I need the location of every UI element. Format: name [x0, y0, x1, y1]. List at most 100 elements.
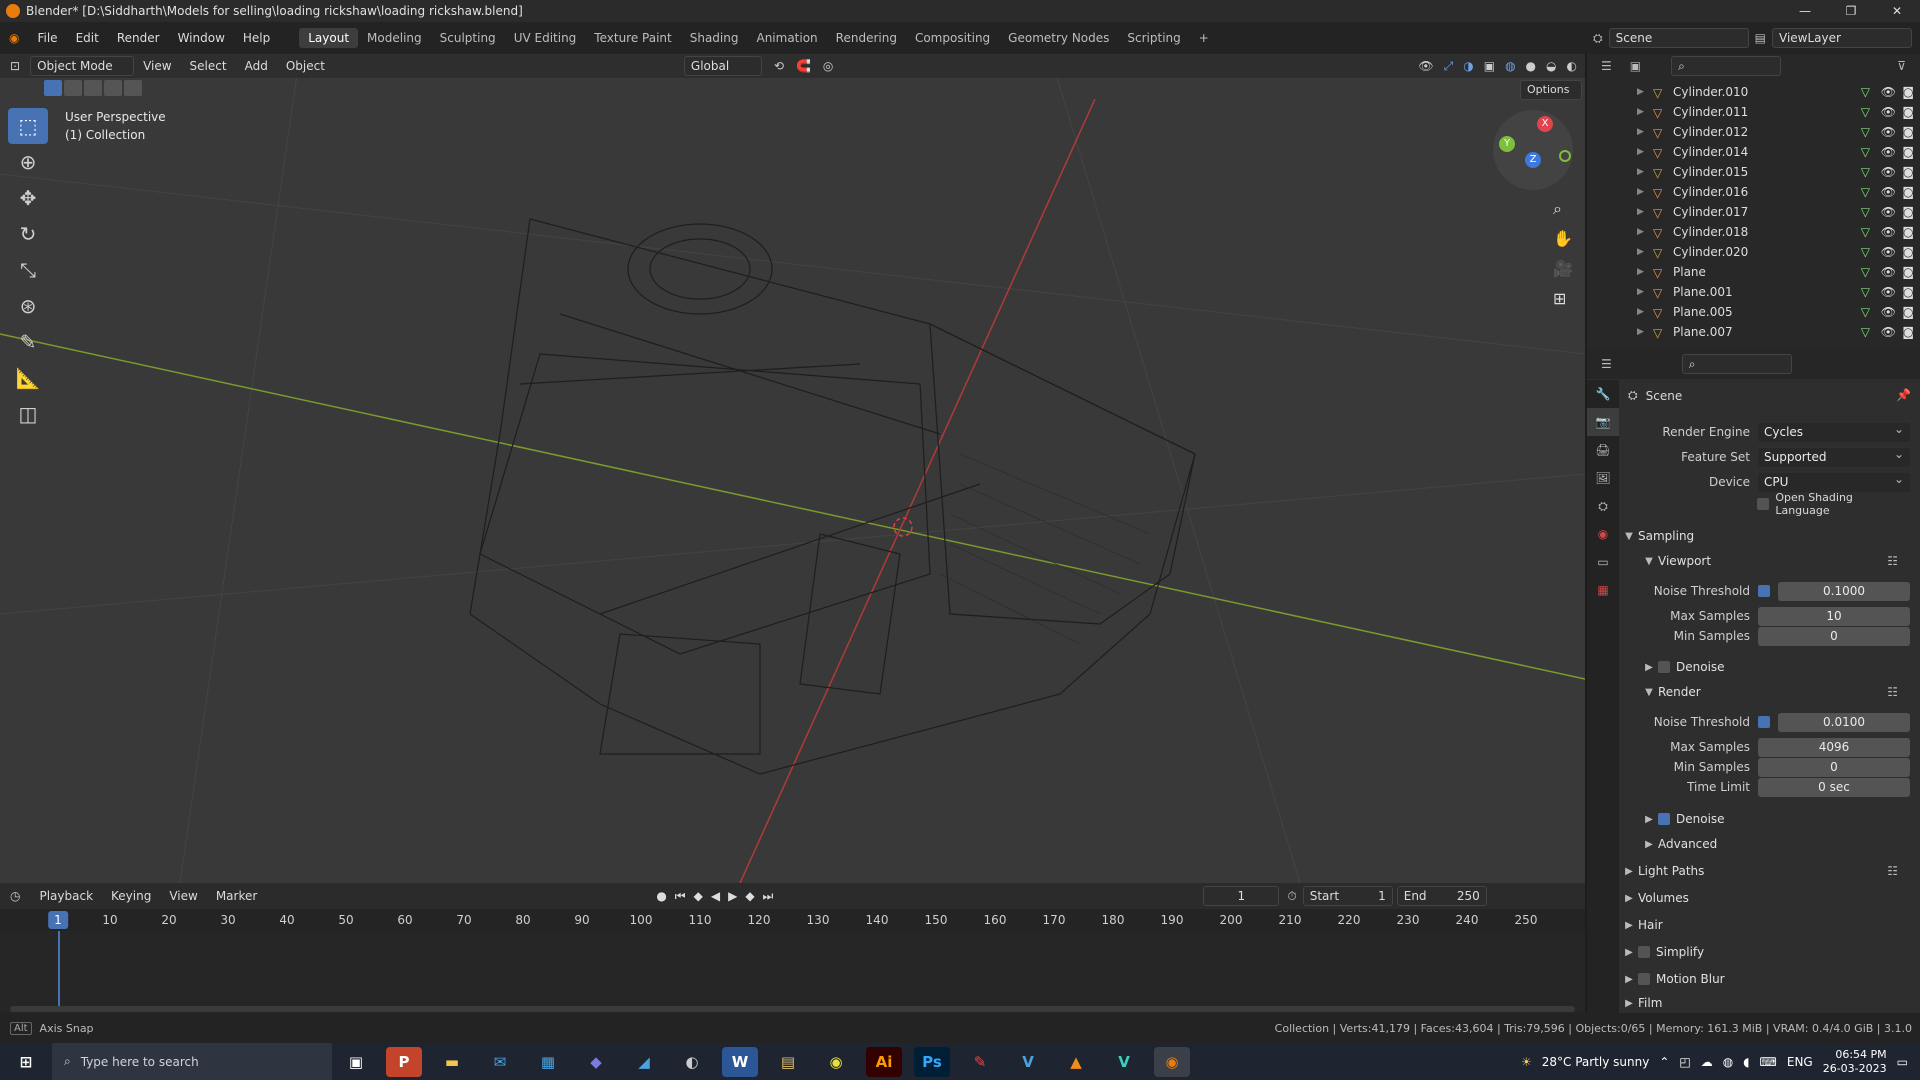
- outliner-row[interactable]: ▶ ▽ Cylinder.010 ▽ 👁 ◙: [1587, 82, 1920, 102]
- simplify-checkbox[interactable]: [1638, 946, 1650, 958]
- render-camera-icon[interactable]: ◙: [1902, 305, 1914, 319]
- scene-field[interactable]: Scene: [1608, 28, 1749, 48]
- vp-noise-field[interactable]: 0.1000: [1778, 581, 1910, 601]
- expand-icon[interactable]: ▶: [1637, 267, 1653, 277]
- add-workspace-button[interactable]: +: [1190, 28, 1218, 48]
- tab-compositing[interactable]: Compositing: [906, 28, 999, 48]
- expand-icon[interactable]: ▶: [1637, 307, 1653, 317]
- select-tool-icon[interactable]: ⬚: [8, 108, 48, 144]
- cursor-tool-icon[interactable]: ⊕: [8, 144, 48, 180]
- task-view-icon[interactable]: ▣: [338, 1047, 374, 1077]
- outliner-row[interactable]: ▶ ▽ Cylinder.011 ▽ 👁 ◙: [1587, 102, 1920, 122]
- pin-icon[interactable]: 📌: [1896, 388, 1911, 402]
- volume-icon[interactable]: ◖: [1743, 1055, 1749, 1069]
- tab-shading[interactable]: Shading: [681, 28, 748, 48]
- expand-icon[interactable]: ▶: [1637, 287, 1653, 297]
- timeline-menu-marker[interactable]: Marker: [207, 889, 266, 903]
- tab-animation[interactable]: Animation: [747, 28, 826, 48]
- prev-keyframe-icon[interactable]: ◆: [694, 889, 703, 904]
- photoshop-icon[interactable]: Ps: [914, 1046, 950, 1077]
- light-paths-panel[interactable]: ▶ Light Paths ☷: [1620, 860, 1910, 882]
- weather-icon[interactable]: ☀: [1521, 1055, 1532, 1069]
- eye-icon[interactable]: 👁: [1881, 265, 1896, 279]
- advanced-subpanel[interactable]: ▶ Advanced: [1640, 833, 1910, 855]
- r-denoise-checkbox[interactable]: [1658, 813, 1670, 825]
- eye-icon[interactable]: 👁: [1881, 245, 1896, 259]
- maximize-icon[interactable]: ❐: [1828, 0, 1874, 22]
- mail-icon[interactable]: ✉: [482, 1047, 518, 1077]
- tab-scripting[interactable]: Scripting: [1118, 28, 1189, 48]
- app-icon[interactable]: V: [1106, 1047, 1142, 1077]
- sampling-panel[interactable]: ▼ Sampling: [1620, 525, 1910, 547]
- expand-icon[interactable]: ▶: [1637, 187, 1653, 197]
- camera-view-icon[interactable]: 🎥: [1553, 259, 1573, 278]
- minimize-icon[interactable]: —: [1782, 0, 1828, 22]
- chrome-icon[interactable]: ◉: [818, 1047, 854, 1077]
- app-icon[interactable]: ✎: [962, 1047, 998, 1077]
- app-icon[interactable]: ▤: [770, 1047, 806, 1077]
- time-limit-field[interactable]: 0 sec: [1758, 777, 1910, 797]
- render-camera-icon[interactable]: ◙: [1902, 145, 1914, 159]
- network-icon[interactable]: ◰: [1679, 1055, 1690, 1069]
- presets-list-icon[interactable]: ☷: [1887, 864, 1898, 878]
- outliner-row[interactable]: ▶ ▽ Plane ▽ 👁 ◙: [1587, 262, 1920, 282]
- expand-icon[interactable]: ▶: [1637, 247, 1653, 257]
- expand-icon[interactable]: ▶: [1637, 87, 1653, 97]
- world-tab-icon[interactable]: ◉: [1587, 520, 1619, 548]
- notification-icon[interactable]: ▭: [1897, 1055, 1908, 1069]
- render-subpanel[interactable]: ▼ Render ☷: [1640, 681, 1910, 703]
- jump-end-icon[interactable]: ⏭: [763, 889, 774, 904]
- r-noise-checkbox[interactable]: [1758, 716, 1770, 728]
- eye-icon[interactable]: 👁: [1881, 145, 1896, 159]
- tray-chevron-icon[interactable]: ⌃: [1659, 1055, 1669, 1069]
- windows-start-icon[interactable]: ⊞: [6, 1047, 46, 1077]
- language-indicator[interactable]: ENG: [1787, 1055, 1813, 1069]
- tab-rendering[interactable]: Rendering: [827, 28, 906, 48]
- motion-blur-panel[interactable]: ▶ Motion Blur: [1620, 968, 1910, 990]
- presets-list-icon[interactable]: ☷: [1887, 685, 1898, 699]
- tab-texture-paint[interactable]: Texture Paint: [585, 28, 680, 48]
- expand-icon[interactable]: ▶: [1637, 127, 1653, 137]
- xray-icon[interactable]: ▣: [1484, 59, 1495, 74]
- outliner-row[interactable]: ▶ ▽ Plane.005 ▽ 👁 ◙: [1587, 302, 1920, 322]
- play-icon[interactable]: ▶: [728, 889, 737, 904]
- overlay-icon[interactable]: ◑: [1463, 59, 1473, 74]
- display-mode-icon[interactable]: ▣: [1630, 59, 1641, 73]
- select-extend-icon[interactable]: [64, 80, 82, 96]
- illustrator-icon[interactable]: Ai: [866, 1046, 902, 1077]
- navigation-gizmo[interactable]: X Y Z: [1493, 110, 1573, 190]
- wifi-icon[interactable]: ◍: [1723, 1055, 1733, 1069]
- 3d-viewport[interactable]: User Perspective (1) Collection X Y Z ⌕ …: [0, 54, 1585, 883]
- menu-help[interactable]: Help: [234, 31, 279, 45]
- viewlayer-field[interactable]: ViewLayer: [1772, 28, 1912, 48]
- transform-orientation-dropdown[interactable]: Global: [683, 56, 762, 76]
- menu-edit[interactable]: Edit: [67, 31, 108, 45]
- texture-tab-icon[interactable]: ▦: [1587, 576, 1619, 604]
- outliner-row[interactable]: ▶ ▽ Plane.001 ▽ 👁 ◙: [1587, 282, 1920, 302]
- outliner-row[interactable]: ▶ ▽ Cylinder.012 ▽ 👁 ◙: [1587, 122, 1920, 142]
- outliner[interactable]: ☰ ▣ ⌕ ⊽ ▶ ▽ Cylinder.010 ▽ 👁 ◙ ▶ ▽ Cylinder.011…: [1587, 54, 1920, 349]
- render-camera-icon[interactable]: ◙: [1902, 265, 1914, 279]
- tab-sculpting[interactable]: Sculpting: [431, 28, 505, 48]
- outliner-row[interactable]: ▶ ▽ Cylinder.020 ▽ 👁 ◙: [1587, 242, 1920, 262]
- eye-icon[interactable]: 👁: [1881, 285, 1896, 299]
- timeline-menu-keying[interactable]: Keying: [102, 889, 160, 903]
- expand-icon[interactable]: ▶: [1637, 147, 1653, 157]
- render-camera-icon[interactable]: ◙: [1902, 245, 1914, 259]
- clock[interactable]: 06:54 PM 26-03-2023: [1823, 1048, 1887, 1076]
- viewport-subpanel[interactable]: ▼ Viewport ☷: [1640, 550, 1910, 572]
- play-reverse-icon[interactable]: ◀: [711, 889, 720, 904]
- blender-menu-icon[interactable]: ◉: [0, 31, 28, 45]
- zoom-icon[interactable]: ⌕: [1553, 199, 1562, 219]
- eye-icon[interactable]: 👁: [1881, 305, 1896, 319]
- move-tool-icon[interactable]: ✥: [8, 180, 48, 216]
- select-invert-icon[interactable]: [104, 80, 122, 96]
- outliner-row[interactable]: ▶ ▽ Cylinder.014 ▽ 👁 ◙: [1587, 142, 1920, 162]
- output-tab-icon[interactable]: 🖨: [1587, 436, 1619, 464]
- onedrive-icon[interactable]: ☁: [1701, 1055, 1713, 1069]
- blender-taskbar-icon[interactable]: ◉: [1154, 1046, 1190, 1077]
- render-camera-icon[interactable]: ◙: [1902, 105, 1914, 119]
- mode-dropdown[interactable]: Object Mode: [30, 56, 135, 76]
- transform-tool-icon[interactable]: ⊛: [8, 288, 48, 324]
- current-frame-marker[interactable]: 1: [48, 911, 68, 929]
